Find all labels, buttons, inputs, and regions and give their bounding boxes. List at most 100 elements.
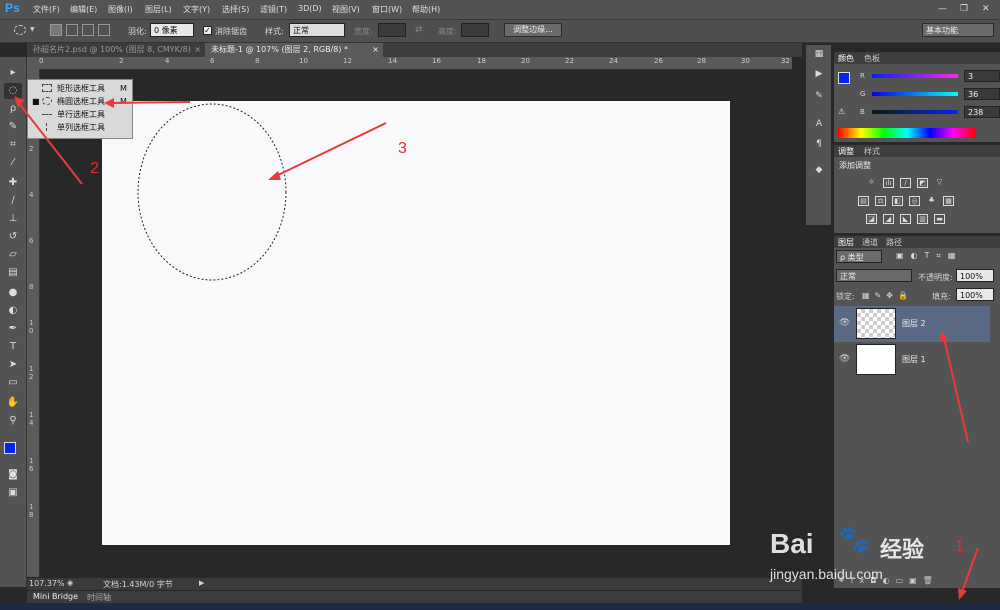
menu-type[interactable]: 文字(Y) [183, 4, 210, 15]
flyout-item-row-marquee[interactable]: 单行选框工具 [28, 108, 132, 121]
add-selection-icon[interactable] [66, 24, 78, 36]
height-input[interactable] [461, 23, 489, 37]
lock-icons[interactable]: ▦✎✥🔒 [862, 291, 913, 300]
character-panel-icon[interactable]: A [812, 119, 826, 133]
menu-layer[interactable]: 图层(L) [145, 4, 172, 15]
tab-paths[interactable]: 路径 [886, 237, 902, 248]
tab-timeline[interactable]: 时间轴 [87, 592, 111, 603]
3d-panel-icon[interactable]: ◆ [812, 165, 826, 179]
history-brush-tool-icon[interactable]: ↺ [4, 229, 22, 245]
b-slider[interactable] [872, 110, 958, 114]
channel-mixer-icon[interactable]: ♣ [926, 196, 937, 206]
quick-select-tool-icon[interactable]: ✎ [4, 119, 22, 135]
menu-select[interactable]: 选择(S) [222, 4, 249, 15]
vibrance-icon[interactable]: ▽ [934, 178, 945, 188]
quick-mask-icon[interactable]: ◙ [4, 467, 22, 483]
subtract-selection-icon[interactable] [82, 24, 94, 36]
close-window-icon[interactable]: ✕ [982, 4, 990, 14]
gamut-warning-icon[interactable]: ⚠ [838, 107, 845, 116]
color-balance-icon[interactable]: ⚖ [875, 196, 886, 206]
new-selection-icon[interactable] [50, 24, 62, 36]
hand-tool-icon[interactable]: ✋ [4, 395, 22, 411]
swap-icon[interactable]: ⇄ [415, 25, 423, 35]
invert-icon[interactable]: ◪ [866, 214, 877, 224]
tab-color[interactable]: 颜色 [838, 53, 854, 64]
color-lookup-icon[interactable]: ▦ [943, 196, 954, 206]
menu-edit[interactable]: 编辑(E) [70, 4, 97, 15]
tab-channels[interactable]: 通道 [862, 237, 878, 248]
curves-icon[interactable]: ∕ [900, 178, 911, 188]
move-tool-icon[interactable]: ▸ [4, 65, 22, 81]
minimize-icon[interactable]: — [938, 4, 947, 14]
blur-tool-icon[interactable]: ● [4, 285, 22, 301]
paragraph-panel-icon[interactable]: ¶ [812, 139, 826, 153]
r-slider[interactable] [872, 74, 958, 78]
tab-close-icon[interactable]: × [372, 43, 379, 57]
brush-tool-icon[interactable]: ∕ [4, 193, 22, 209]
flyout-item-ellipse-marquee[interactable]: ■ 椭圆选框工具 M [28, 95, 132, 108]
marquee-tool-icon[interactable]: ◌ [4, 83, 22, 99]
history-panel-icon[interactable]: ▦ [812, 49, 826, 63]
visibility-eye-icon[interactable]: 👁 [839, 354, 850, 364]
layer-filter-select[interactable]: ρ 类型 [836, 250, 882, 263]
clone-stamp-tool-icon[interactable]: ⊥ [4, 211, 22, 227]
layer-filter-icons[interactable]: ▣◐T⌗▦ [896, 251, 963, 261]
gradient-map-icon[interactable]: ▬ [934, 214, 945, 224]
photo-filter-icon[interactable]: ◎ [909, 196, 920, 206]
dodge-tool-icon[interactable]: ◐ [4, 303, 22, 319]
refine-edge-button[interactable]: 调整边缘... [504, 23, 562, 37]
workspace-select[interactable]: 基本功能 [922, 23, 994, 37]
style-select[interactable]: 正常 [289, 23, 345, 37]
blend-mode-select[interactable]: 正常 [836, 269, 912, 282]
b-input[interactable]: 238 [964, 106, 1000, 118]
pen-tool-icon[interactable]: ✒ [4, 321, 22, 337]
actions-panel-icon[interactable]: ▶ [812, 69, 826, 83]
flyout-item-rect-marquee[interactable]: 矩形选框工具 M [28, 82, 132, 95]
g-input[interactable]: 36 [964, 88, 1000, 100]
visibility-eye-icon[interactable]: 👁 [839, 318, 850, 328]
feather-input[interactable]: 0 像素 [150, 23, 194, 37]
tab-swatches[interactable]: 色板 [864, 53, 880, 64]
menu-filter[interactable]: 滤镜(T) [260, 4, 287, 15]
intersect-selection-icon[interactable] [98, 24, 110, 36]
layer-row-1[interactable]: 👁 图层 1 [834, 342, 990, 378]
type-tool-icon[interactable]: T [4, 339, 22, 355]
lasso-tool-icon[interactable]: ρ [4, 101, 22, 117]
screen-mode-icon[interactable]: ▣ [4, 485, 22, 501]
posterize-icon[interactable]: ◢ [883, 214, 894, 224]
tab-close-icon[interactable]: × [194, 43, 201, 57]
menu-file[interactable]: 文件(F) [33, 4, 60, 15]
opacity-input[interactable]: 100% [956, 269, 994, 282]
menu-view[interactable]: 视图(V) [332, 4, 360, 15]
brightness-icon[interactable]: ☼ [866, 178, 877, 188]
layer-row-2[interactable]: 👁 图层 2 [834, 306, 990, 342]
menu-3d[interactable]: 3D(D) [298, 4, 322, 13]
menu-help[interactable]: 帮助(H) [412, 4, 440, 15]
menu-window[interactable]: 窗口(W) [372, 4, 402, 15]
menu-image[interactable]: 图像(I) [108, 4, 133, 15]
path-select-tool-icon[interactable]: ➤ [4, 357, 22, 373]
preset-chevron-down-icon[interactable]: ▼ [30, 26, 35, 33]
eyedropper-tool-icon[interactable]: ⁄ [4, 155, 22, 171]
brush-panel-icon[interactable]: ✎ [812, 91, 826, 105]
g-slider[interactable] [872, 92, 958, 96]
foreground-color-swatch[interactable] [4, 442, 16, 454]
flyout-item-column-marquee[interactable]: 单列选框工具 [28, 121, 132, 134]
document-canvas[interactable] [102, 101, 730, 545]
threshold-icon[interactable]: ◣ [900, 214, 911, 224]
foreground-color-swatch[interactable] [838, 72, 850, 84]
ellipse-marquee-preset-icon[interactable] [14, 25, 26, 35]
layer-name[interactable]: 图层 2 [902, 318, 926, 329]
zoom-level[interactable]: 107.37% [29, 579, 65, 588]
tab-layers[interactable]: 图层 [838, 237, 854, 248]
eraser-tool-icon[interactable]: ▱ [4, 247, 22, 263]
exposure-icon[interactable]: ◩ [917, 178, 928, 188]
tab-document-1[interactable]: 孙超名片2.psd @ 100% (图层 8, CMYK/8) × [27, 43, 205, 57]
width-input[interactable] [378, 23, 406, 37]
restore-icon[interactable]: ❐ [960, 4, 968, 14]
antialias-checkbox[interactable]: ✓ [203, 26, 212, 35]
selective-color-icon[interactable]: ▥ [917, 214, 928, 224]
gradient-tool-icon[interactable]: ▤ [4, 265, 22, 281]
r-input[interactable]: 3 [964, 70, 1000, 82]
healing-brush-tool-icon[interactable]: ✚ [4, 175, 22, 191]
